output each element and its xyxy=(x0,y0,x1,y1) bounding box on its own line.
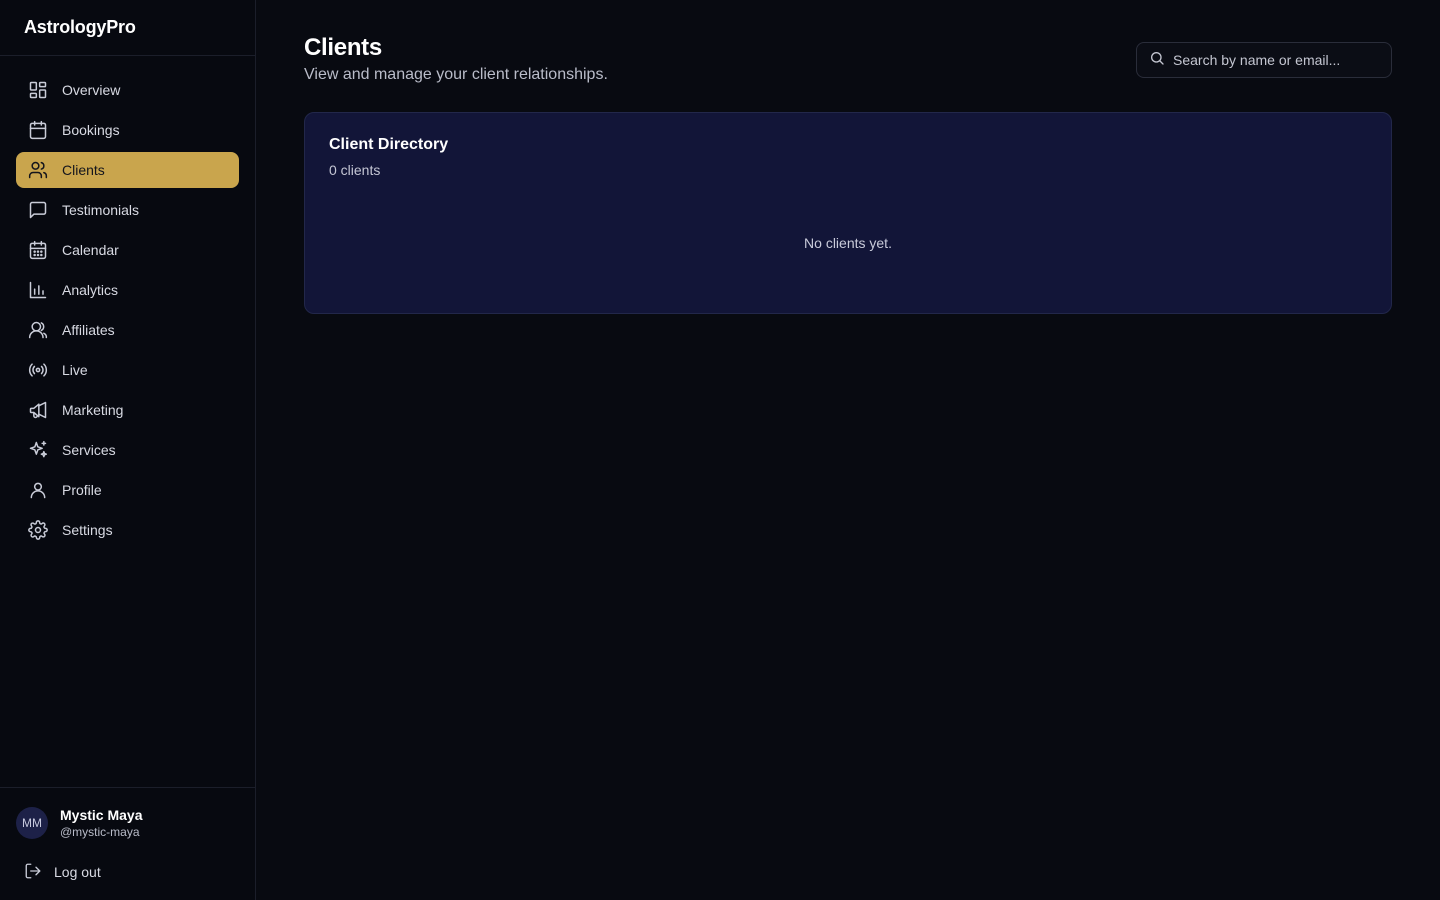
sidebar-item-label: Clients xyxy=(62,162,105,178)
sidebar-item-label: Affiliates xyxy=(62,322,115,338)
sidebar-item-label: Calendar xyxy=(62,242,119,258)
sidebar-item-settings[interactable]: Settings xyxy=(16,512,239,548)
user-name: Mystic Maya xyxy=(60,807,143,823)
sidebar-item-overview[interactable]: Overview xyxy=(16,72,239,108)
sidebar-item-label: Analytics xyxy=(62,282,119,298)
sidebar-item-clients[interactable]: Clients xyxy=(16,152,239,188)
card-title: Client Directory xyxy=(329,136,449,153)
page-heading: Clients View and manage your client rela… xyxy=(304,34,608,86)
page-title: Clients xyxy=(304,34,382,61)
logout-icon xyxy=(24,862,42,883)
radio-icon xyxy=(28,360,48,380)
sidebar-nav: Overview Bookings Clients Testimonials C… xyxy=(0,56,255,548)
sparkles-icon xyxy=(28,440,48,460)
search-input[interactable] xyxy=(1173,52,1379,68)
search-icon xyxy=(1149,50,1165,71)
user-group-icon xyxy=(28,320,48,340)
user-handle: @mystic-maya xyxy=(60,825,140,839)
user-icon xyxy=(28,480,48,500)
page-subtitle: View and manage your client relationship… xyxy=(304,66,608,83)
sidebar-footer: MM Mystic Maya @mystic-maya Log out xyxy=(0,787,255,900)
user-details: Mystic Maya @mystic-maya xyxy=(60,806,142,840)
avatar: MM xyxy=(16,807,48,839)
sidebar-item-testimonials[interactable]: Testimonials xyxy=(16,192,239,228)
megaphone-icon xyxy=(28,400,48,420)
app-logo[interactable]: AstrologyPro xyxy=(0,0,255,56)
sidebar-item-profile[interactable]: Profile xyxy=(16,472,239,508)
message-square-icon xyxy=(28,200,48,220)
bar-chart-icon xyxy=(28,280,48,300)
sidebar-item-label: Overview xyxy=(62,82,121,98)
logout-button[interactable]: Log out xyxy=(16,858,239,886)
search-box[interactable] xyxy=(1136,42,1392,78)
sidebar-item-marketing[interactable]: Marketing xyxy=(16,392,239,428)
client-directory-card: Client Directory 0 clients No clients ye… xyxy=(304,112,1392,314)
sidebar-item-label: Services xyxy=(62,442,116,458)
sidebar-item-affiliates[interactable]: Affiliates xyxy=(16,312,239,348)
sidebar-item-live[interactable]: Live xyxy=(16,352,239,388)
grid-icon xyxy=(28,80,48,100)
sidebar-item-analytics[interactable]: Analytics xyxy=(16,272,239,308)
sidebar-item-label: Testimonials xyxy=(62,202,140,218)
users-icon xyxy=(28,160,48,180)
sidebar-item-label: Profile xyxy=(62,482,102,498)
sidebar-item-label: Settings xyxy=(62,522,113,538)
client-count: 0 clients xyxy=(329,162,381,178)
calendar-icon xyxy=(28,120,48,140)
sidebar-item-calendar[interactable]: Calendar xyxy=(16,232,239,268)
app-root: AstrologyPro Overview Bookings Clients T… xyxy=(0,0,1440,900)
sidebar-item-label: Live xyxy=(62,362,88,378)
user-info[interactable]: MM Mystic Maya @mystic-maya xyxy=(16,806,239,840)
logout-label: Log out xyxy=(54,864,101,880)
sidebar: AstrologyPro Overview Bookings Clients T… xyxy=(0,0,256,900)
sidebar-item-services[interactable]: Services xyxy=(16,432,239,468)
sidebar-item-label: Marketing xyxy=(62,402,124,418)
gear-icon xyxy=(28,520,48,540)
page-header: Clients View and manage your client rela… xyxy=(304,34,1392,86)
empty-state-message: No clients yet. xyxy=(804,235,892,251)
calendar-days-icon xyxy=(28,240,48,260)
sidebar-item-label: Bookings xyxy=(62,122,120,138)
main-content: Clients View and manage your client rela… xyxy=(256,0,1440,900)
sidebar-item-bookings[interactable]: Bookings xyxy=(16,112,239,148)
